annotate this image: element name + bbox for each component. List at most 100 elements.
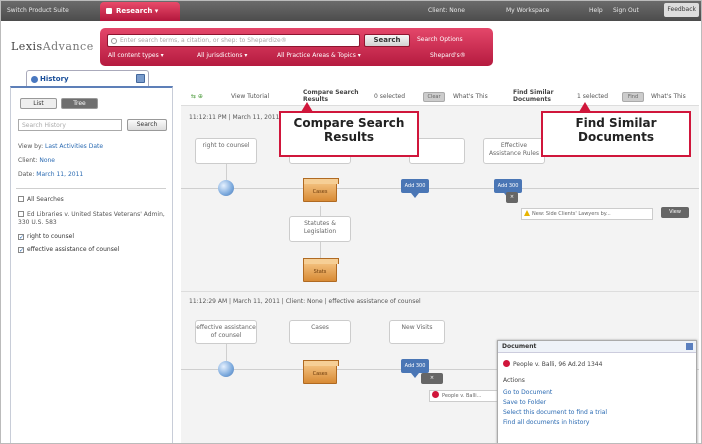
search-panel: Enter search terms, a citation, or shep:… (100, 28, 493, 66)
close-icon[interactable] (686, 343, 693, 350)
find-all-documents-link[interactable]: Find all documents in history (503, 419, 589, 426)
pin-icon[interactable] (136, 74, 145, 83)
compare-label: Compare Search Results (303, 89, 359, 103)
view-button[interactable]: View (661, 207, 689, 218)
statutes-box-icon[interactable]: Stats (303, 258, 339, 282)
callout-text: Find Similar Documents (575, 116, 657, 144)
all-searches-row[interactable]: All Searches (18, 196, 64, 203)
query-sphere-icon[interactable] (218, 180, 234, 196)
connector (320, 242, 321, 258)
content-type-filter[interactable]: All content types ▾ (108, 52, 164, 59)
lexis-logo: LexisAdvance (11, 40, 94, 53)
history-item-label: right to counsel (27, 233, 74, 240)
my-workspace-link[interactable]: My Workspace (506, 5, 549, 17)
new-notification[interactable]: New: Side Clients' Lawyers by... (521, 208, 653, 220)
search-input[interactable]: Enter search terms, a citation, or shep:… (107, 34, 360, 47)
callout-arrow (579, 102, 591, 112)
search-options-link[interactable]: Search Options (417, 36, 463, 43)
zoom-icon[interactable]: ⇆ ⊕ (191, 93, 203, 100)
jurisdiction-filter[interactable]: All jurisdictions ▾ (197, 52, 247, 59)
tree-view-button[interactable]: Tree (61, 98, 98, 109)
help-link[interactable]: Help (589, 5, 603, 17)
research-tab-label: Research (116, 7, 153, 15)
checkbox-checked[interactable] (18, 234, 24, 240)
history-tab-label: History (40, 75, 69, 83)
query-node[interactable]: right to counsel (195, 138, 257, 164)
history-item[interactable]: right to counsel (18, 233, 74, 240)
logo-product: Advance (42, 40, 94, 53)
view-tutorial-link[interactable]: View Tutorial (231, 93, 269, 100)
document-title: People v. Balli, 96 Ad.2d 1344 (513, 361, 603, 368)
top-navigation-bar: Switch Product Suite Research ▾ Client: … (1, 1, 701, 21)
connector (226, 164, 227, 180)
checkbox[interactable] (18, 196, 24, 202)
notification-text: New: Side Clients' Lawyers by... (532, 211, 611, 217)
whats-this-link[interactable]: What's This (453, 93, 488, 100)
compare-callout: Compare Search Results (279, 111, 419, 157)
search-placeholder: Enter search terms, a citation, or shep:… (120, 37, 287, 44)
list-view-button[interactable]: List (20, 98, 57, 109)
sign-out-link[interactable]: Sign Out (613, 5, 639, 17)
callout-text: Compare Search Results (293, 116, 405, 144)
switch-product-link[interactable]: Switch Product Suite (7, 5, 69, 17)
divider (181, 291, 699, 292)
date-selector[interactable]: March 11, 2011 (36, 171, 83, 178)
connector (226, 344, 227, 361)
document-label: People v. Balli... (442, 393, 482, 399)
checkbox-checked[interactable] (18, 247, 24, 253)
client-label: Client: (18, 157, 38, 164)
client-row: Client: None (18, 157, 55, 164)
history-item[interactable]: Ed Libraries v. United States Veterans' … (18, 211, 168, 227)
statutes-node[interactable]: Statutes & Legislation (289, 216, 351, 242)
checkbox[interactable] (18, 211, 24, 217)
client-selector[interactable]: Client: None (428, 5, 465, 17)
find-similar-button[interactable]: Find (622, 92, 644, 102)
search-button[interactable]: Search (364, 34, 410, 47)
history-search-button[interactable]: Search (127, 119, 167, 131)
search-timestamp: 11:12:11 PM | March 11, 2011 (189, 114, 280, 121)
date-row: Date: March 11, 2011 (18, 171, 83, 178)
view-by-row: View by: Last Activities Date (18, 143, 103, 150)
find-similar-callout: Find Similar Documents (541, 111, 691, 157)
query-node[interactable]: effective assistance of counsel (195, 320, 257, 344)
save-to-folder-link[interactable]: Save to Folder (503, 399, 546, 406)
all-searches-label: All Searches (27, 196, 64, 203)
history-panel: List Tree Search History Search View by:… (10, 86, 173, 443)
find-similar-label: Find Similar Documents (513, 89, 554, 103)
feedback-button[interactable]: Feedback (664, 3, 699, 17)
cases-node[interactable]: Cases (289, 320, 351, 344)
search-timestamp: 11:12:29 AM | March 11, 2011 | Client: N… (189, 298, 421, 305)
view-by-selector[interactable]: Last Activities Date (45, 143, 103, 150)
search-icon (111, 38, 117, 44)
client-selector-link[interactable]: None (39, 157, 55, 164)
close-icon[interactable]: × (421, 373, 443, 384)
history-item-label: effective assistance of counsel (27, 246, 120, 253)
document-count-badge[interactable]: Add 300 (494, 179, 522, 198)
close-icon[interactable]: × (506, 192, 518, 203)
node[interactable]: Effective Assistance Rules (483, 138, 545, 164)
shepardize-link[interactable]: Shepard's® (430, 52, 466, 59)
callout-arrow (301, 102, 313, 112)
document-count-badge[interactable]: Add 300 (401, 359, 429, 378)
compare-selected-count: 0 selected (374, 93, 406, 100)
history-item[interactable]: effective assistance of counsel (18, 246, 119, 253)
document-marker-icon (503, 360, 510, 367)
go-to-document-link[interactable]: Go to Document (503, 389, 552, 396)
practice-area-filter[interactable]: All Practice Areas & Topics ▾ (277, 52, 361, 59)
document-node[interactable]: People v. Balli... (429, 390, 499, 402)
history-search-input[interactable]: Search History (18, 119, 122, 131)
timeline-line (181, 188, 699, 189)
document-count-badge[interactable]: Add 300 (401, 179, 429, 198)
select-document-link[interactable]: Select this document to find a trial (503, 409, 607, 416)
history-tab[interactable]: History (26, 70, 149, 87)
cases-box-icon[interactable]: Cases (303, 360, 339, 384)
document-marker-icon (432, 391, 439, 398)
research-tab[interactable]: Research ▾ (100, 2, 180, 21)
whats-this-link[interactable]: What's This (651, 93, 686, 100)
cases-box-icon[interactable]: Cases (303, 178, 339, 202)
query-sphere-icon[interactable] (218, 361, 234, 377)
news-node[interactable]: New Visits (389, 320, 445, 344)
view-by-label: View by: (18, 143, 44, 150)
compare-button[interactable]: Clear (423, 92, 445, 102)
document-entry[interactable]: People v. Balli, 96 Ad.2d 1344 (503, 360, 602, 368)
